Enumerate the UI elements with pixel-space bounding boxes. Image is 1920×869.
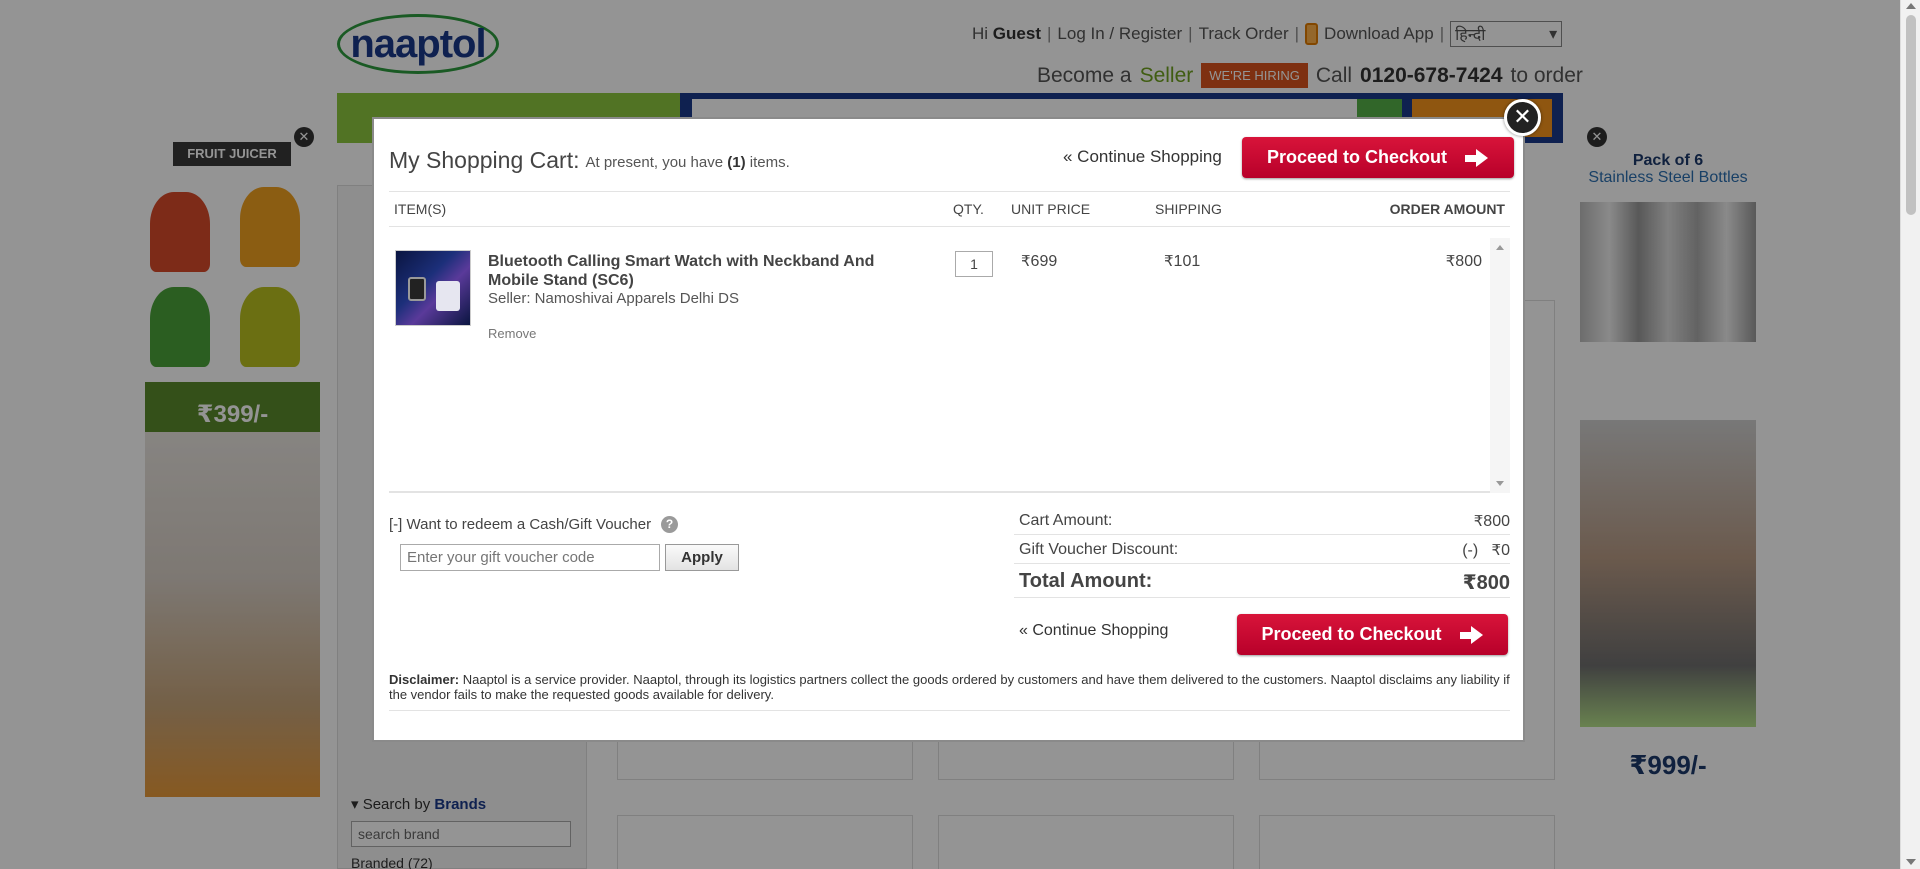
proceed-to-checkout-button[interactable]: Proceed to Checkout (1242, 137, 1514, 178)
scroll-down-icon[interactable] (1906, 859, 1916, 865)
cart-column-headers: ITEM(S) QTY. UNIT PRICE SHIPPING ORDER A… (389, 191, 1510, 227)
shopping-cart-modal: My Shopping Cart: At present, you have (… (372, 117, 1525, 742)
close-icon[interactable]: ✕ (1504, 99, 1541, 136)
items-scrollbar[interactable] (1490, 238, 1510, 493)
shipping-price: ₹101 (1164, 253, 1201, 270)
product-name-link[interactable]: Bluetooth Calling Smart Watch with Neckb… (488, 252, 908, 290)
gift-voucher-discount: (-) ₹0 (1462, 542, 1510, 559)
cart-amount: ₹800 (1473, 513, 1510, 530)
help-icon[interactable]: ? (661, 516, 679, 533)
unit-price: ₹699 (1021, 253, 1058, 270)
proceed-to-checkout-button[interactable]: Proceed to Checkout (1237, 614, 1508, 655)
cart-items-list: Bluetooth Calling Smart Watch with Neckb… (389, 238, 1510, 493)
continue-shopping-link[interactable]: « Continue Shopping (1063, 147, 1222, 167)
page-scrollbar[interactable] (1900, 0, 1920, 869)
scroll-up-icon[interactable] (1906, 3, 1916, 9)
total-amount: ₹800 (1462, 572, 1510, 594)
gift-voucher-input[interactable] (400, 544, 660, 571)
disclaimer: Disclaimer: Naaptol is a service provide… (389, 672, 1510, 711)
voucher-toggle[interactable]: [-] Want to redeem a Cash/Gift Voucher ? (389, 516, 679, 533)
apply-voucher-button[interactable]: Apply (665, 544, 739, 571)
cart-summary: Cart Amount: ₹800 Gift Voucher Discount:… (1014, 506, 1510, 598)
cart-subtitle: At present, you have (1) items. (585, 153, 790, 171)
scroll-up-icon[interactable] (1496, 245, 1504, 250)
remove-item-link[interactable]: Remove (488, 326, 536, 341)
arrow-right-icon (1465, 148, 1489, 167)
scrollbar-thumb[interactable] (1906, 15, 1916, 215)
product-thumbnail[interactable] (395, 250, 471, 326)
quantity-input[interactable]: 1 (955, 251, 993, 277)
arrow-right-icon (1459, 625, 1484, 644)
product-seller: Seller: Namoshivai Apparels Delhi DS (488, 290, 739, 307)
continue-shopping-link[interactable]: « Continue Shopping (1019, 622, 1168, 640)
cart-title: My Shopping Cart: (389, 146, 580, 173)
order-amount: ₹800 (1445, 253, 1482, 270)
scroll-down-icon[interactable] (1496, 481, 1504, 486)
